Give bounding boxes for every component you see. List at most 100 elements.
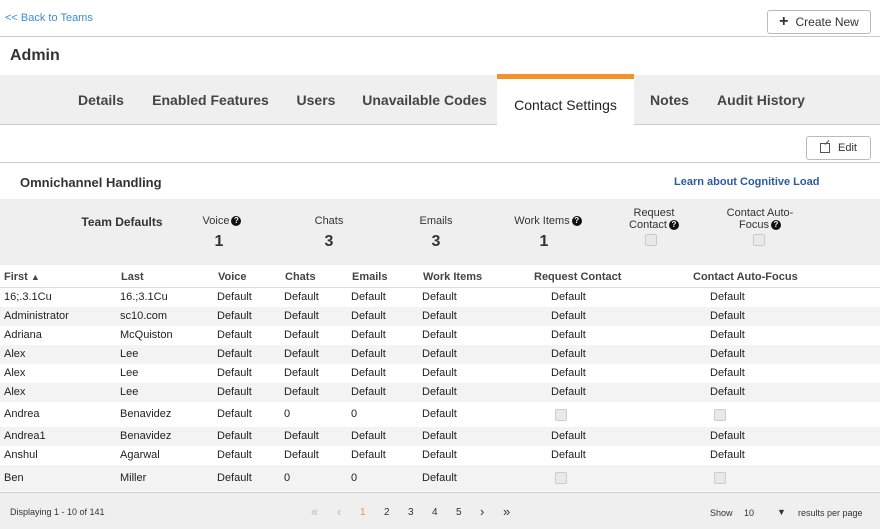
column-voice[interactable]: Voice	[218, 271, 247, 283]
default-request-contact: Request Contact?	[618, 207, 690, 249]
cell-first: Andrea	[4, 408, 40, 420]
default-work-items: Work Items? 1	[506, 215, 590, 251]
cell-last: Lee	[120, 367, 139, 379]
page-3[interactable]: 3	[408, 507, 414, 518]
request-contact-checkbox[interactable]	[645, 234, 657, 246]
auto-focus-checkbox[interactable]	[753, 234, 765, 246]
table-row[interactable]: Alex Lee Default Default Default Default Defau…	[0, 383, 880, 402]
default-voice: Voice? 1	[190, 215, 254, 251]
per-page-select[interactable]: 10 ▼	[744, 507, 788, 518]
table-row[interactable]: Adriana McQuiston Default Default Default Def…	[0, 326, 880, 345]
cell-last: Lee	[120, 348, 139, 360]
cell-first: Alex	[4, 348, 26, 360]
tab-details[interactable]: Details	[70, 75, 132, 125]
displaying-count: Displaying 1 - 10 of 141	[10, 507, 105, 517]
tab-contact-settings[interactable]: Contact Settings	[497, 74, 634, 125]
cell-last: Miller	[120, 471, 147, 484]
help-icon[interactable]: ?	[668, 220, 679, 231]
work-items-label: Work Items	[514, 215, 570, 227]
page-5[interactable]: 5	[456, 507, 462, 518]
auto-focus-label-1: Contact Auto-	[726, 207, 794, 219]
cell-focus: Default	[710, 329, 745, 341]
table-header: First ▲ Last Voice Chats Emails Work Ite…	[0, 268, 880, 288]
cell-voice: Default	[217, 348, 252, 360]
cell-first: Andrea1	[4, 430, 46, 442]
tab-users[interactable]: Users	[290, 75, 342, 125]
column-auto-focus[interactable]: Contact Auto-Focus	[693, 271, 798, 283]
cell-emails: Default	[351, 329, 386, 341]
cell-last: Benavidez	[120, 408, 172, 420]
request-contact-checkbox[interactable]	[555, 472, 567, 487]
table-row[interactable]: Alex Lee Default Default Default Default Defau…	[0, 345, 880, 364]
work-items-value: 1	[539, 233, 549, 250]
auto-focus-label-2: Focus	[739, 219, 769, 231]
first-page-icon[interactable]: «	[311, 504, 318, 519]
cell-chats: Default	[284, 291, 319, 303]
column-work-items[interactable]: Work Items	[423, 271, 482, 283]
page-1[interactable]: 1	[360, 507, 366, 518]
page-4[interactable]: 4	[432, 507, 438, 518]
column-emails[interactable]: Emails	[352, 271, 387, 283]
cell-last: McQuiston	[120, 329, 173, 341]
edit-label: Edit	[838, 142, 857, 154]
help-icon[interactable]: ?	[770, 220, 781, 231]
page-title: Admin	[10, 47, 60, 64]
voice-label: Voice	[202, 215, 230, 227]
show-label: Show	[710, 508, 733, 518]
cell-chats: Default	[284, 449, 319, 461]
create-new-button[interactable]: + Create New	[767, 10, 871, 34]
page-2[interactable]: 2	[384, 507, 390, 518]
cell-work: Default	[422, 329, 457, 341]
cell-emails: Default	[351, 310, 386, 322]
cell-emails: Default	[351, 291, 386, 303]
table-row[interactable]: Administrator sc10.com Default Default Defau…	[0, 307, 880, 326]
header-divider	[0, 36, 880, 37]
column-chats[interactable]: Chats	[285, 271, 316, 283]
sort-asc-icon: ▲	[30, 272, 40, 282]
cell-work: Default	[422, 386, 457, 398]
chats-label: Chats	[314, 215, 344, 227]
column-first[interactable]: First ▲	[4, 271, 40, 283]
cell-chats: Default	[284, 386, 319, 398]
tab-enabled-features[interactable]: Enabled Features	[148, 75, 273, 125]
cell-request: Default	[551, 449, 586, 461]
column-last[interactable]: Last	[121, 271, 144, 283]
per-page-suffix: results per page	[798, 508, 863, 518]
cell-last: Benavidez	[120, 430, 172, 442]
tab-notes[interactable]: Notes	[642, 75, 697, 125]
cell-request: Default	[551, 386, 586, 398]
plus-icon: +	[779, 13, 789, 30]
tab-unavailable-codes[interactable]: Unavailable Codes	[358, 75, 491, 125]
cell-chats: Default	[284, 348, 319, 360]
next-page-icon[interactable]: ›	[480, 504, 484, 519]
table-row[interactable]: Anshul Agarwal Default Default Default Defaul…	[0, 446, 880, 465]
table-row[interactable]: Ben Miller Default 0 0 Default	[0, 465, 880, 491]
cell-first: Administrator	[4, 310, 69, 322]
cell-voice: Default	[217, 408, 252, 420]
column-request-contact[interactable]: Request Contact	[534, 271, 621, 283]
auto-focus-checkbox[interactable]	[714, 472, 726, 487]
last-page-icon[interactable]: »	[503, 504, 510, 519]
cell-voice: Default	[217, 471, 252, 484]
auto-focus-checkbox[interactable]	[714, 408, 726, 424]
table-row[interactable]: 16;.3.1Cu 16.;3.1Cu Default Default Default D…	[0, 288, 880, 307]
table-row[interactable]: Andrea Benavidez Default 0 0 Default	[0, 402, 880, 427]
back-to-teams-link[interactable]: << Back to Teams	[5, 12, 93, 24]
help-icon[interactable]: ?	[231, 216, 242, 227]
tab-audit-history[interactable]: Audit History	[712, 75, 810, 125]
edit-button[interactable]: Edit	[806, 136, 871, 160]
voice-value: 1	[214, 233, 224, 250]
cell-work: Default	[422, 430, 457, 442]
cell-voice: Default	[217, 449, 252, 461]
cell-request: Default	[551, 348, 586, 360]
prev-page-icon[interactable]: ‹	[337, 504, 341, 519]
table-row[interactable]: Andrea1 Benavidez Default Default Default Def…	[0, 427, 880, 446]
cognitive-load-link[interactable]: Learn about Cognitive Load	[674, 176, 819, 188]
request-contact-checkbox[interactable]	[555, 408, 567, 424]
help-icon[interactable]: ?	[571, 216, 582, 227]
table-row[interactable]: Alex Lee Default Default Default Default Defau…	[0, 364, 880, 383]
cell-emails: Default	[351, 449, 386, 461]
default-chats: Chats 3	[299, 215, 359, 251]
cell-request: Default	[551, 329, 586, 341]
cell-work: Default	[422, 408, 457, 420]
